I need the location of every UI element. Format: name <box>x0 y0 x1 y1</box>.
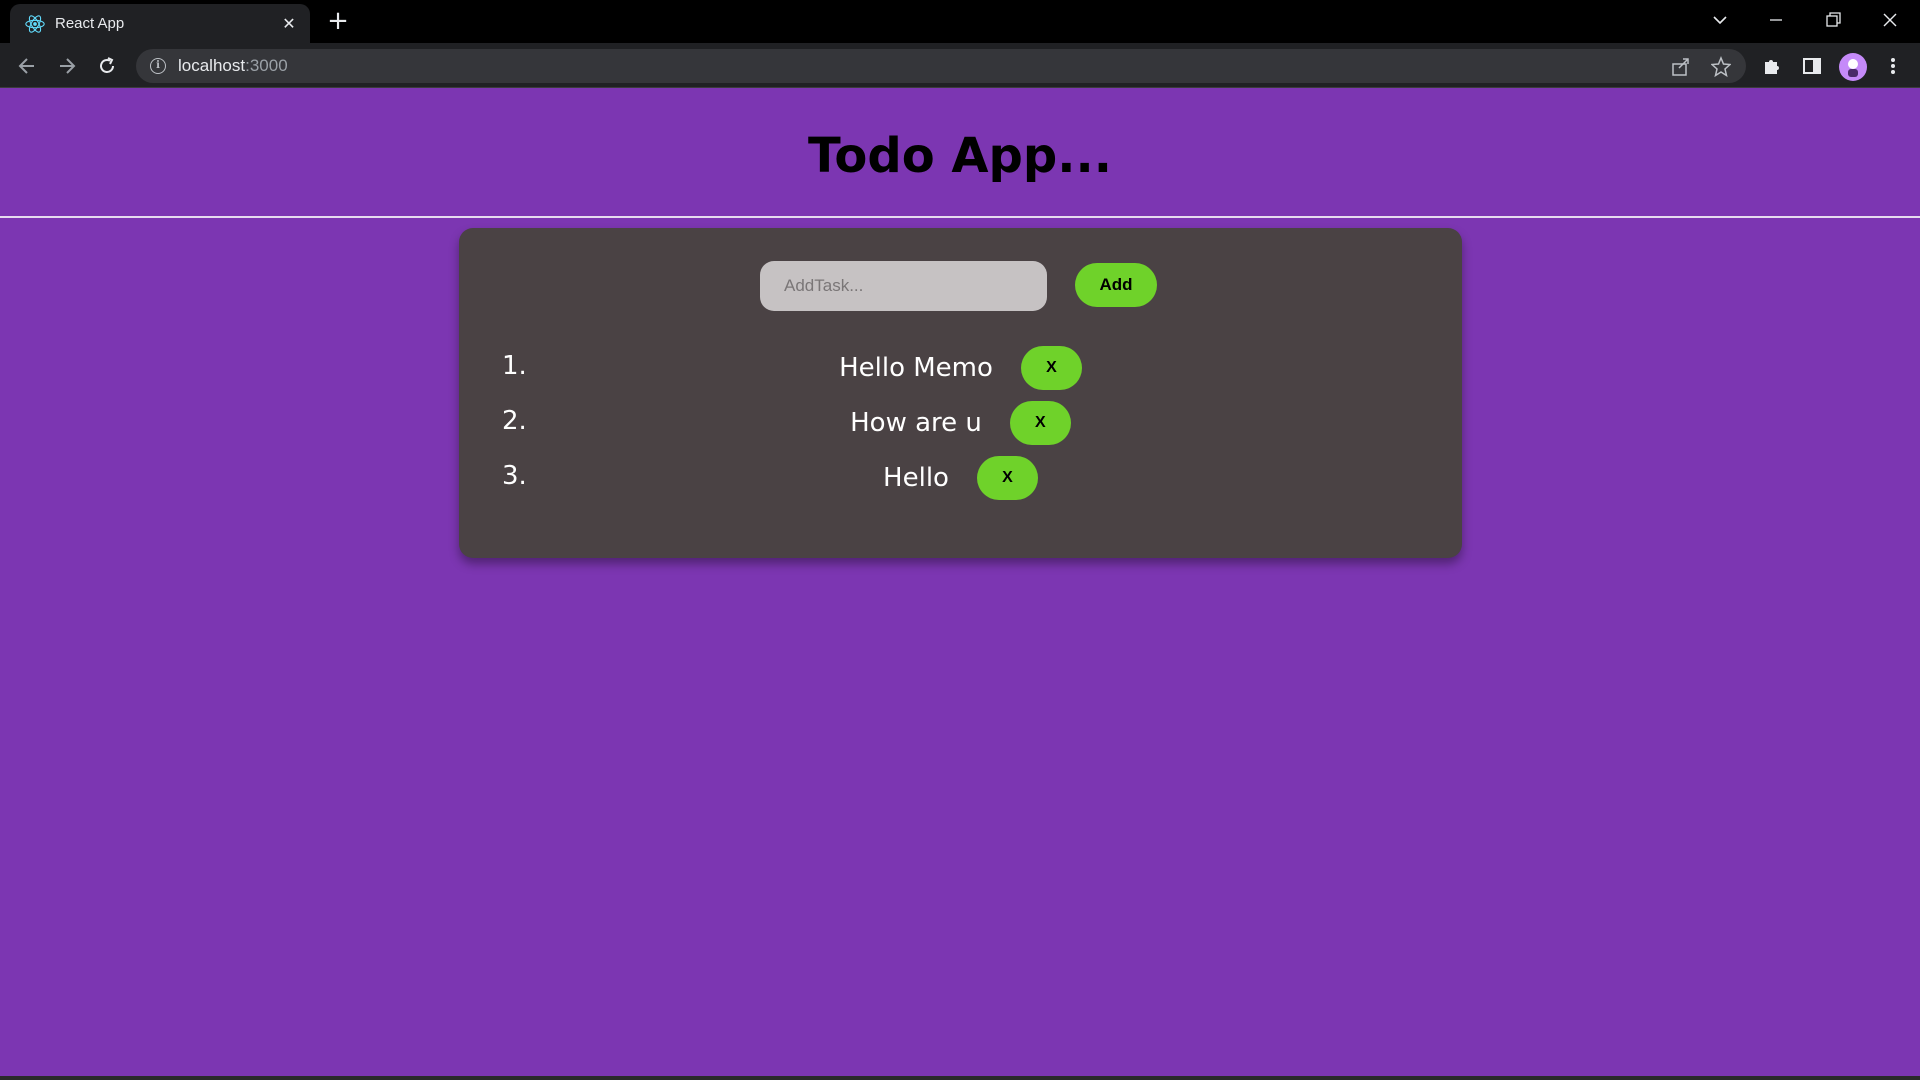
todo-row: How are u X <box>459 401 1462 445</box>
url-text: localhost:3000 <box>178 56 288 76</box>
delete-todo-button[interactable]: X <box>1020 346 1082 390</box>
todo-item: 3. Hello X <box>459 456 1462 511</box>
todo-text: How are u <box>850 408 982 438</box>
tab-title: React App <box>55 15 125 32</box>
new-tab-button[interactable]: + <box>324 8 352 36</box>
kebab-menu-icon[interactable] <box>1880 53 1906 79</box>
bookmark-star-icon[interactable] <box>1710 56 1732 78</box>
todo-row: Hello X <box>459 456 1462 500</box>
close-tab-icon[interactable]: ✕ <box>278 13 300 35</box>
todo-item: 2. How are u X <box>459 401 1462 456</box>
restore-icon[interactable] <box>1813 6 1853 34</box>
url-port: :3000 <box>245 56 288 75</box>
forward-arrow-icon[interactable] <box>52 51 82 81</box>
side-panel-icon[interactable] <box>1799 53 1825 79</box>
bottom-edge <box>0 1076 1920 1080</box>
close-window-icon[interactable] <box>1870 6 1910 34</box>
reload-icon[interactable] <box>92 51 122 81</box>
react-logo-icon <box>25 15 45 33</box>
add-task-input[interactable] <box>760 261 1047 311</box>
page-title: Todo App... <box>808 128 1112 184</box>
delete-todo-button[interactable]: X <box>1009 401 1071 445</box>
address-bar[interactable]: i localhost:3000 <box>136 49 1746 83</box>
delete-todo-button[interactable]: X <box>976 456 1038 500</box>
add-button[interactable]: Add <box>1075 263 1157 307</box>
todo-text: Hello <box>883 463 949 493</box>
minimize-icon[interactable] <box>1756 6 1796 34</box>
back-arrow-icon[interactable] <box>12 51 42 81</box>
tab-strip: React App ✕ + <box>0 0 1920 43</box>
share-icon[interactable] <box>1670 56 1692 78</box>
browser-toolbar: i localhost:3000 <box>0 43 1920 88</box>
url-host: localhost <box>178 56 246 75</box>
todo-text: Hello Memo <box>839 353 993 383</box>
site-info-icon[interactable]: i <box>150 58 166 74</box>
profile-avatar[interactable] <box>1839 53 1867 81</box>
todo-row: Hello Memo X <box>459 346 1462 390</box>
todo-item: 1. Hello Memo X <box>459 346 1462 401</box>
extensions-puzzle-icon[interactable] <box>1759 53 1785 79</box>
todo-list: 1. Hello Memo X 2. How are u X 3. Hello … <box>459 346 1462 511</box>
todo-card: Add 1. Hello Memo X 2. How are u X 3. He… <box>459 228 1462 558</box>
browser-tab[interactable]: React App ✕ <box>10 4 310 43</box>
header-divider <box>0 216 1920 218</box>
tab-search-icon[interactable] <box>1700 6 1740 34</box>
